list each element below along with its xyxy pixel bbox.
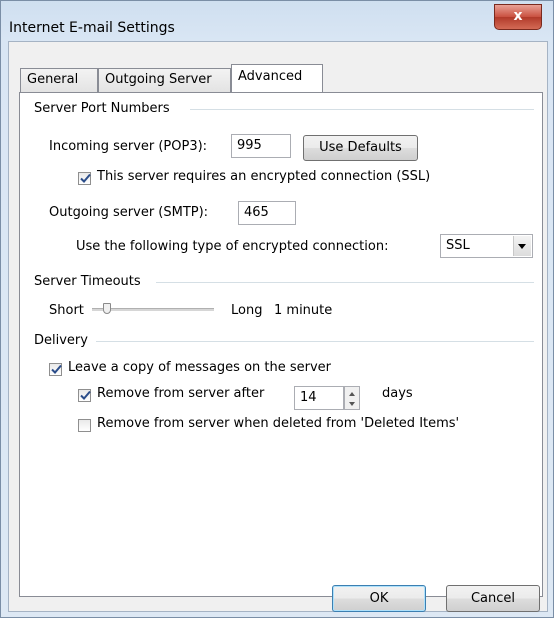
encryption-type-value: SSL [446, 238, 470, 253]
timeout-value-label: 1 minute [274, 303, 333, 318]
chevron-down-icon [518, 244, 526, 249]
remove-after-label: Remove from server after [97, 386, 265, 401]
leave-copy-label: Leave a copy of messages on the server [68, 360, 332, 375]
tab-outgoing-server-label: Outgoing Server [105, 72, 212, 87]
encryption-type-label: Use the following type of encrypted conn… [76, 239, 389, 254]
timeout-short-label: Short [49, 303, 84, 318]
tab-general[interactable]: General [20, 68, 98, 92]
remove-after-checkbox[interactable] [78, 389, 91, 402]
timeout-slider[interactable] [92, 301, 214, 317]
remove-after-days-input[interactable]: 14 [294, 386, 344, 410]
dialog-client: General Outgoing Server Advanced Server … [8, 41, 548, 612]
outgoing-server-label: Outgoing server (SMTP): [49, 205, 209, 220]
advanced-panel: Server Port Numbers Incoming server (POP… [19, 92, 543, 597]
server-timeouts-heading: Server Timeouts [34, 274, 141, 289]
server-port-numbers-heading: Server Port Numbers [34, 101, 170, 116]
tab-outgoing-server[interactable]: Outgoing Server [98, 68, 231, 92]
spinner-down-button[interactable] [345, 398, 359, 408]
delivery-heading: Delivery [34, 333, 88, 348]
window-title: Internet E-mail Settings [9, 20, 175, 36]
incoming-server-label: Incoming server (POP3): [49, 139, 208, 154]
ssl-checkbox[interactable] [78, 172, 91, 185]
tab-general-label: General [27, 72, 79, 87]
checkmark-icon [80, 390, 91, 400]
cancel-button[interactable]: Cancel [446, 585, 540, 612]
remove-deleted-checkbox[interactable] [78, 419, 91, 432]
leave-copy-checkbox[interactable] [49, 363, 62, 376]
days-label: days [382, 386, 413, 401]
encryption-type-select[interactable]: SSL [440, 234, 533, 258]
slider-thumb[interactable] [103, 303, 111, 314]
group-divider [96, 341, 534, 342]
group-divider [190, 109, 534, 110]
outgoing-port-input[interactable]: 465 [238, 201, 296, 225]
close-icon: x [513, 8, 523, 24]
remove-deleted-label: Remove from server when deleted from 'De… [97, 416, 460, 431]
tab-advanced-label: Advanced [238, 69, 303, 84]
days-spinner[interactable] [344, 386, 360, 410]
checkmark-icon [80, 173, 91, 183]
ok-button[interactable]: OK [332, 585, 426, 612]
dropdown-arrow[interactable] [513, 236, 531, 256]
ssl-checkbox-label: This server requires an encrypted connec… [97, 169, 431, 184]
title-bar[interactable]: Internet E-mail Settings x [1, 1, 553, 41]
dialog-window: Internet E-mail Settings x General Outgo… [0, 0, 554, 618]
tab-advanced[interactable]: Advanced [231, 64, 323, 92]
timeout-long-label: Long [231, 303, 263, 318]
use-defaults-button[interactable]: Use Defaults [303, 135, 418, 161]
close-button[interactable]: x [494, 4, 542, 30]
arrow-down-icon [349, 402, 355, 406]
spinner-up-button[interactable] [345, 388, 359, 398]
group-divider [156, 282, 534, 283]
checkmark-icon [51, 364, 62, 374]
incoming-port-input[interactable]: 995 [231, 134, 291, 158]
